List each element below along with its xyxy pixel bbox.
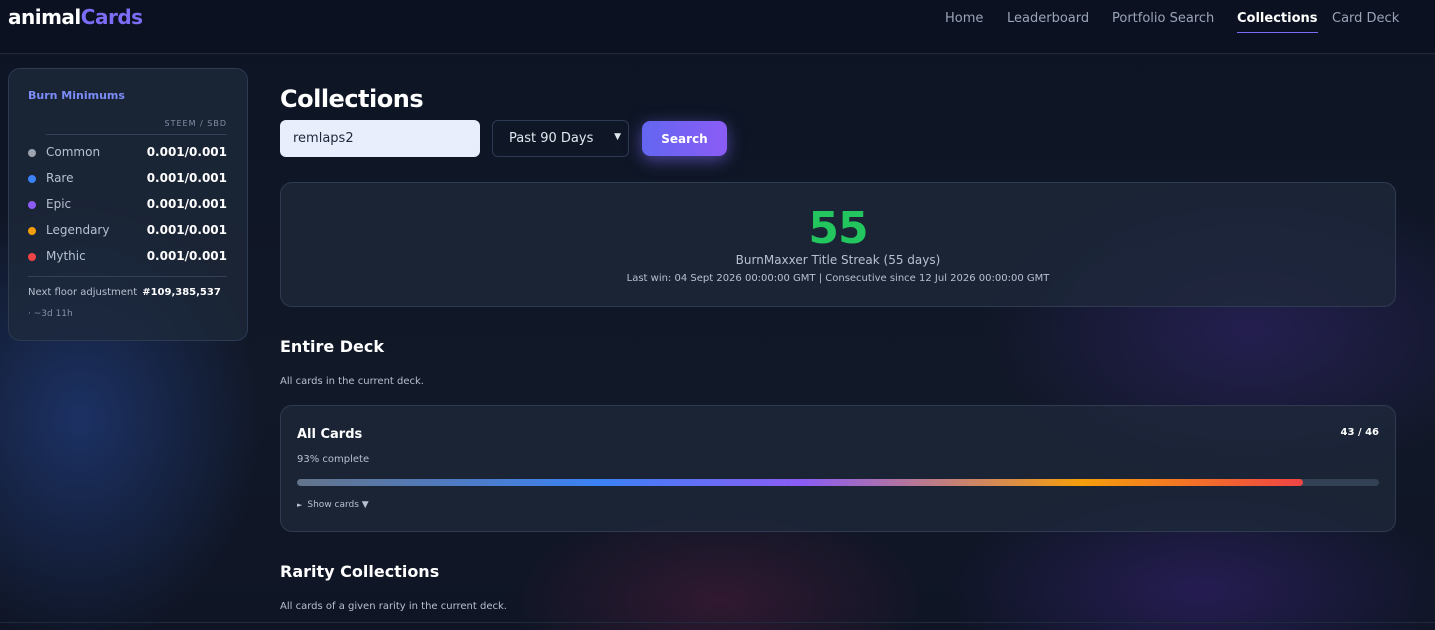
collection-title: All Cards	[297, 427, 363, 442]
account-search-input[interactable]	[280, 120, 480, 157]
rarity-row-legendary: Legendary 0.001/0.001	[28, 223, 227, 239]
period-select-value: Past 90 Days	[509, 131, 594, 146]
collection-progress-fill	[297, 479, 1304, 486]
next-floor-adjustment: Next floor adjustment #109,385,537	[28, 287, 221, 298]
burn-minimums-title: Burn Minimums	[28, 89, 125, 102]
period-select[interactable]: Past 90 Days ▼	[492, 120, 629, 157]
rarity-min-value: 0.001/0.001	[146, 249, 227, 263]
rarity-row-epic: Epic 0.001/0.001	[28, 197, 227, 213]
logo-text-primary: animal	[8, 5, 81, 29]
main-content: Collections Past 90 Days ▼ Search 55 Bur…	[280, 0, 1396, 630]
app-logo[interactable]: animalCards	[8, 5, 143, 29]
rarity-dot-icon	[28, 201, 36, 209]
rarity-collections-heading: Rarity Collections	[280, 562, 440, 581]
all-cards-collection: All Cards 43 / 46 93% complete ► Show car…	[280, 405, 1396, 532]
floor-eta: · ~3d 11h	[28, 309, 73, 319]
divider	[28, 276, 227, 277]
collection-count: 43 / 46	[1340, 427, 1379, 438]
rarity-min-value: 0.001/0.001	[146, 145, 227, 159]
collection-progress-bar	[297, 479, 1379, 486]
rarity-dot-icon	[28, 253, 36, 261]
rarity-min-value: 0.001/0.001	[146, 171, 227, 185]
chevron-down-icon: ▼	[614, 132, 621, 142]
rarity-min-value: 0.001/0.001	[146, 223, 227, 237]
rarity-dot-icon	[28, 149, 36, 157]
currency-column-header: STEEM / SBD	[164, 119, 227, 128]
streak-number: 55	[808, 203, 868, 254]
entire-deck-description: All cards in the current deck.	[280, 376, 424, 387]
rarity-dot-icon	[28, 227, 36, 235]
streak-label: BurnMaxxer Title Streak (55 days)	[735, 253, 941, 267]
entire-deck-heading: Entire Deck	[280, 337, 385, 356]
rarity-name: Mythic	[46, 249, 86, 263]
header-divider	[46, 134, 227, 135]
streak-card: 55 BurnMaxxer Title Streak (55 days) Las…	[280, 182, 1396, 307]
rarity-min-value: 0.001/0.001	[146, 197, 227, 211]
burn-minimums-panel: Burn Minimums STEEM / SBD Common 0.001/0…	[8, 68, 248, 341]
collection-percent: 93% complete	[297, 454, 370, 465]
rarity-name: Common	[46, 145, 101, 159]
show-cards-label: Show cards ▼	[307, 500, 369, 510]
page-title: Collections	[280, 85, 424, 113]
rarity-row-rare: Rare 0.001/0.001	[28, 171, 227, 187]
floor-block-number: #109,385,537	[142, 287, 221, 298]
rarity-collections-description: All cards of a given rarity in the curre…	[280, 601, 507, 612]
search-button[interactable]: Search	[642, 121, 727, 156]
rarity-row-common: Common 0.001/0.001	[28, 145, 227, 161]
rarity-row-mythic: Mythic 0.001/0.001	[28, 249, 227, 265]
floor-label: Next floor adjustment	[28, 287, 138, 298]
rarity-name: Epic	[46, 197, 72, 211]
rarity-name: Rare	[46, 171, 74, 185]
streak-meta: Last win: 04 Sept 2026 00:00:00 GMT | Co…	[626, 273, 1050, 284]
logo-text-accent: Cards	[80, 5, 143, 29]
expand-triangle-icon: ►	[297, 501, 303, 509]
show-cards-toggle[interactable]: ► Show cards ▼	[297, 500, 369, 510]
rarity-dot-icon	[28, 175, 36, 183]
rarity-name: Legendary	[46, 223, 110, 237]
bottom-divider	[0, 622, 1435, 623]
